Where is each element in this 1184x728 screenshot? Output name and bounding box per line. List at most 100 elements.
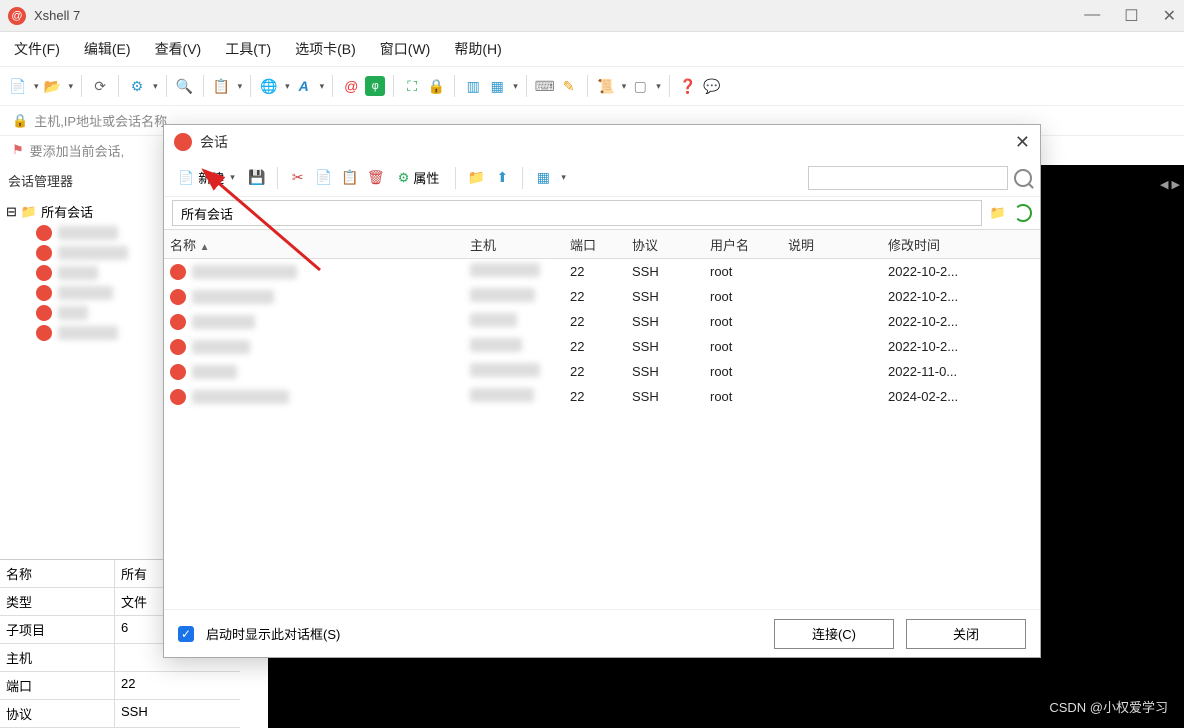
fullscreen-icon[interactable]: ⛶	[402, 76, 422, 96]
menubar: 文件(F) 编辑(E) 查看(V) 工具(T) 选项卡(B) 窗口(W) 帮助(…	[0, 32, 1184, 66]
open-folder-icon[interactable]: 📂	[43, 76, 63, 96]
dialog-search-input[interactable]	[808, 166, 1008, 190]
highlight-icon[interactable]: ✎	[559, 76, 579, 96]
prop-label: 端口	[0, 672, 115, 699]
close-window-button[interactable]: ✕	[1163, 6, 1176, 26]
session-tree: ⊟ 📁 所有会话	[0, 196, 162, 347]
folder-icon: 📁	[21, 204, 37, 220]
font-icon[interactable]: A	[294, 76, 314, 96]
prop-label: 主机	[0, 644, 115, 671]
menu-view[interactable]: 查看(V)	[149, 35, 208, 63]
paste-icon[interactable]: 📋	[340, 168, 360, 188]
dialog-close-button[interactable]: ✕	[1015, 132, 1030, 153]
lock-icon[interactable]: 🔒	[426, 76, 446, 96]
host-placeholder[interactable]: 主机,IP地址或会话名称	[34, 111, 167, 130]
app-title: Xshell 7	[34, 8, 80, 23]
chat-icon[interactable]: 💬	[702, 76, 722, 96]
session-label	[58, 226, 118, 240]
reconnect-icon[interactable]: ⟳	[90, 76, 110, 96]
cut-icon[interactable]: ✂	[288, 168, 308, 188]
session-label	[58, 266, 98, 280]
lock-small-icon: 🔒	[12, 113, 28, 129]
xftp-icon[interactable]: φ	[365, 76, 385, 96]
connect-button[interactable]: 连接(C)	[774, 619, 894, 649]
search-icon[interactable]: 🔍	[175, 76, 195, 96]
magnify-icon[interactable]	[1014, 169, 1032, 187]
col-user[interactable]: 用户名	[704, 231, 782, 258]
close-button[interactable]: 关闭	[906, 619, 1026, 649]
dialog-toolbar: 📄 新建 ▾ 💾 ✂ 📄 📋 🗑 ⚙ 属性 📁 ⬆ ▦ ▾	[164, 159, 1040, 197]
help-icon[interactable]: ❓	[678, 76, 698, 96]
collapse-icon[interactable]: ⊟	[6, 204, 17, 220]
tree-item[interactable]	[6, 263, 156, 283]
prop-label: 类型	[0, 588, 115, 615]
properties-icon[interactable]: ⚙	[127, 76, 147, 96]
session-icon	[36, 285, 52, 301]
globe-icon[interactable]: 🌐	[259, 76, 279, 96]
minimize-button[interactable]: —	[1084, 6, 1100, 26]
view-icon[interactable]: ▦	[533, 168, 553, 188]
session-row[interactable]: 22 SSH root 2022-11-0...	[164, 359, 1040, 384]
session-row[interactable]: 22 SSH root 2022-10-2...	[164, 309, 1040, 334]
prop-value: SSH	[115, 700, 240, 727]
menu-edit[interactable]: 编辑(E)	[78, 35, 137, 63]
layout1-icon[interactable]: ▥	[463, 76, 483, 96]
menu-file[interactable]: 文件(F)	[8, 35, 66, 63]
session-row[interactable]: 22 SSH root 2022-10-2...	[164, 259, 1040, 284]
titlebar: @ Xshell 7 — ☐ ✕	[0, 0, 1184, 32]
chevron-down-icon: ▾	[230, 172, 235, 183]
col-port[interactable]: 端口	[564, 231, 626, 258]
col-time[interactable]: 修改时间	[882, 231, 1040, 258]
script-icon[interactable]: 📜	[596, 76, 616, 96]
tree-item[interactable]	[6, 243, 156, 263]
session-row[interactable]: 22 SSH root 2022-10-2...	[164, 334, 1040, 359]
prop-label: 协议	[0, 700, 115, 727]
keyboard-icon[interactable]: ⌨	[535, 76, 555, 96]
save-icon[interactable]: 💾	[247, 168, 267, 188]
path-input[interactable]	[172, 200, 982, 226]
prop-row: 端口22	[0, 672, 240, 700]
properties-label: 属性	[413, 168, 439, 187]
new-session-icon[interactable]: 📄	[8, 76, 28, 96]
copy2-icon[interactable]: 📄	[314, 168, 334, 188]
delete-icon[interactable]: 🗑	[366, 168, 386, 188]
col-host[interactable]: 主机	[464, 231, 564, 258]
tree-root[interactable]: ⊟ 📁 所有会话	[6, 200, 156, 223]
layout2-icon[interactable]: ▦	[487, 76, 507, 96]
folder2-icon[interactable]: 📁	[990, 205, 1006, 221]
folder-icon[interactable]: 📁	[466, 168, 486, 188]
col-desc[interactable]: 说明	[782, 231, 882, 258]
session-row[interactable]: 22 SSH root 2024-02-2...	[164, 384, 1040, 409]
menu-window[interactable]: 窗口(W)	[374, 35, 437, 63]
app-logo-icon: @	[8, 7, 26, 25]
session-row[interactable]: 22 SSH root 2022-10-2...	[164, 284, 1040, 309]
window-icon[interactable]: ▢	[630, 76, 650, 96]
up-icon[interactable]: ⬆	[492, 168, 512, 188]
sort-icon: ▲	[200, 242, 210, 253]
dialog-path-row: 📁	[164, 197, 1040, 229]
tree-item[interactable]	[6, 323, 156, 343]
tree-item[interactable]	[6, 283, 156, 303]
gear-icon: ⚙	[398, 170, 410, 186]
show-on-start-label: 启动时显示此对话框(S)	[206, 624, 340, 643]
maximize-button[interactable]: ☐	[1124, 6, 1138, 26]
session-list-body: 22 SSH root 2022-10-2... 22 SSH root 202…	[164, 259, 1040, 609]
menu-help[interactable]: 帮助(H)	[448, 35, 507, 63]
show-on-start-checkbox[interactable]: ✓	[178, 626, 194, 642]
copy-icon[interactable]: 📋	[212, 76, 232, 96]
col-name[interactable]: 名称 ▲	[164, 231, 464, 258]
properties-button[interactable]: ⚙ 属性	[392, 165, 446, 190]
session-icon	[36, 305, 52, 321]
menu-tools[interactable]: 工具(T)	[219, 35, 277, 63]
session-label	[58, 326, 118, 340]
session-label	[58, 246, 128, 260]
tree-item[interactable]	[6, 223, 156, 243]
col-proto[interactable]: 协议	[626, 231, 704, 258]
tab-scroll-arrows[interactable]: ◀ ▶	[1160, 178, 1180, 191]
tree-item[interactable]	[6, 303, 156, 323]
xshell-icon[interactable]: @	[341, 76, 361, 96]
menu-tabs[interactable]: 选项卡(B)	[289, 35, 362, 63]
new-button[interactable]: 📄 新建 ▾	[172, 165, 241, 190]
refresh-icon[interactable]	[1014, 204, 1032, 222]
session-label	[58, 286, 113, 300]
